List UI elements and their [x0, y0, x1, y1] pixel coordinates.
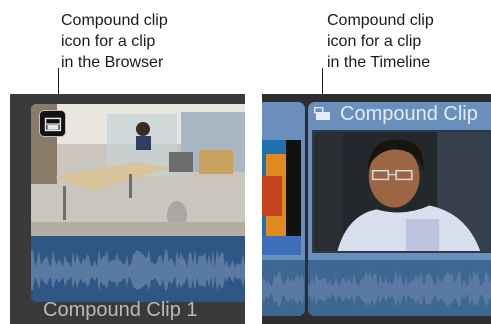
previous-clip-thumbnail: [262, 140, 301, 255]
timeline-panel: Compound Clip: [262, 94, 491, 324]
timeline-clip-name: Compound Clip: [340, 103, 478, 125]
browser-panel: Compound Clip 1: [10, 94, 245, 324]
browser-icon-callout: Compound clip icon for a clip in the Bro…: [61, 12, 168, 71]
previous-clip-audio-waveform: [262, 260, 305, 316]
compound-clip-icon: [39, 110, 66, 137]
timeline-icon-callout: Compound clip icon for a clip in the Tim…: [327, 12, 434, 71]
timeline-audio-waveform: [308, 260, 491, 316]
timeline-compound-clip[interactable]: Compound Clip: [308, 102, 491, 316]
timeline-clip-thumbnail: [312, 130, 491, 253]
browser-clip-name: Compound Clip 1: [43, 299, 198, 321]
compound-clip-icon: [314, 107, 330, 120]
previous-clip[interactable]: [262, 102, 305, 316]
browser-audio-waveform: [31, 236, 245, 302]
